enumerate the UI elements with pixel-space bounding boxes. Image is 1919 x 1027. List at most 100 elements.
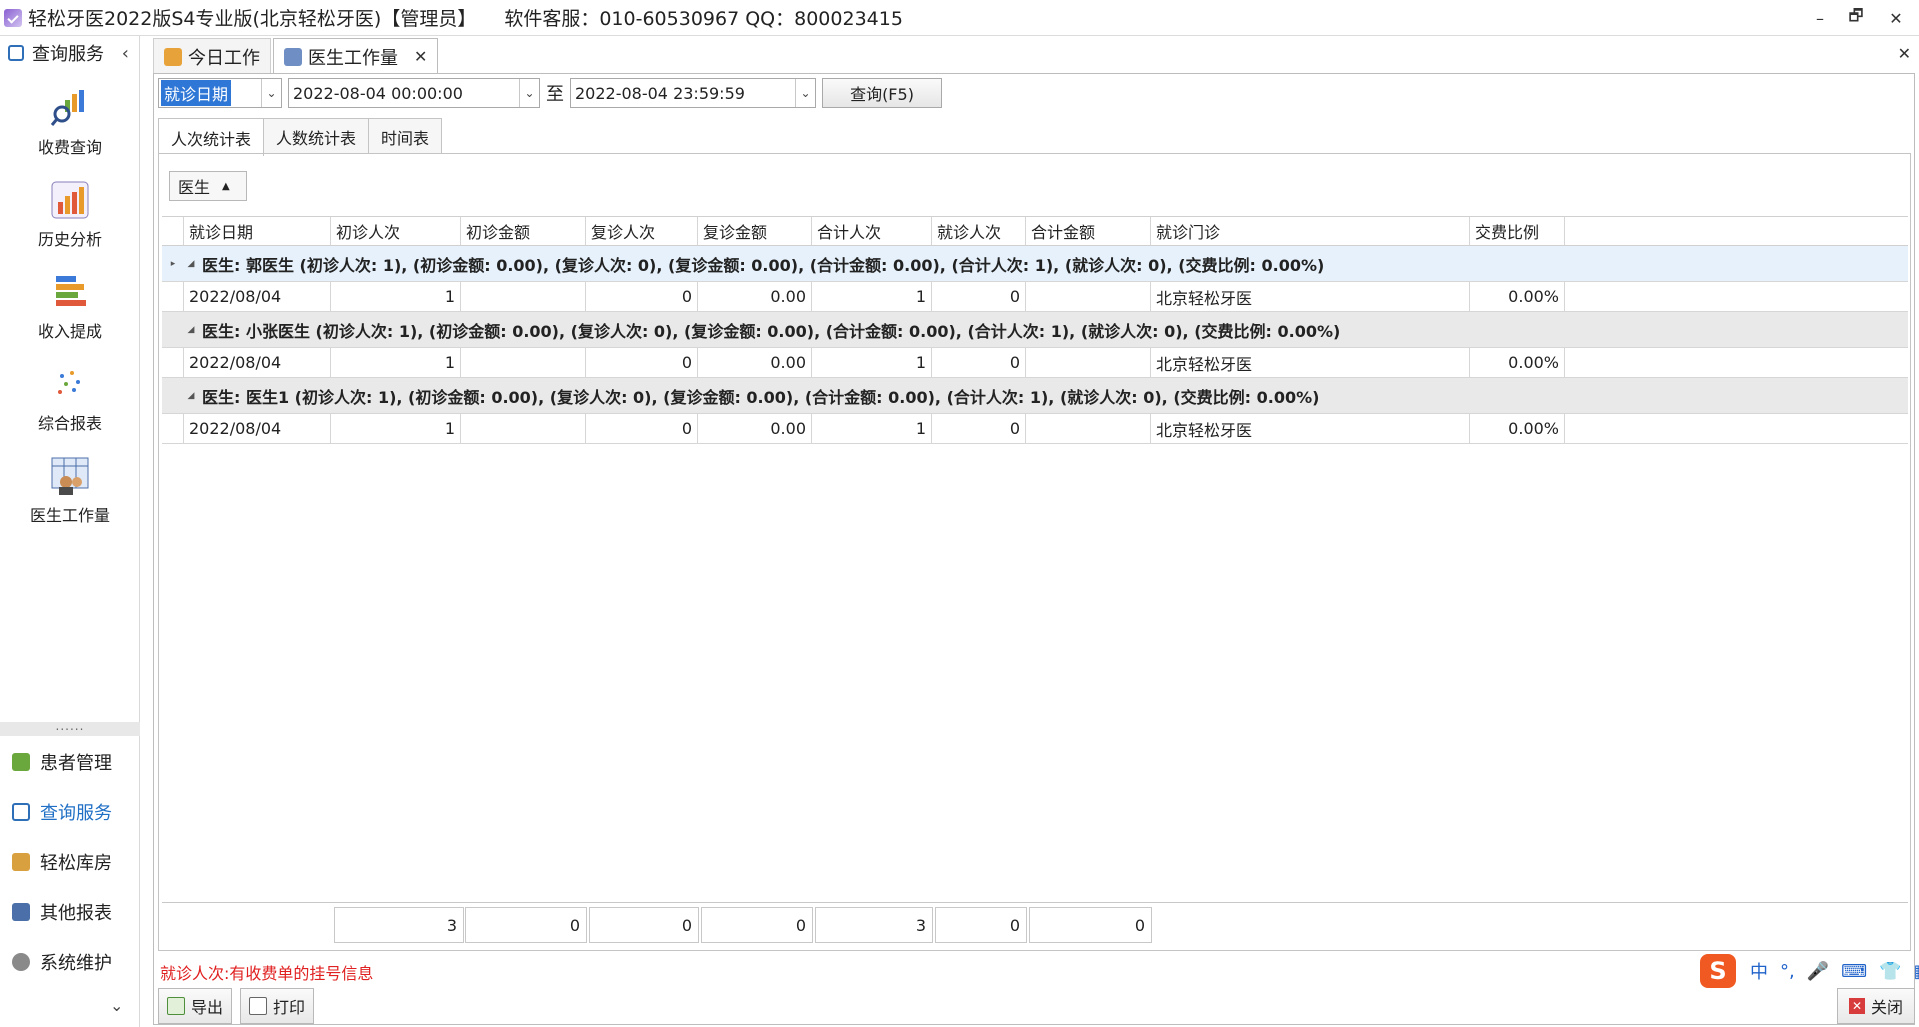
warehouse-icon xyxy=(12,853,30,871)
restore-button[interactable]: 🗗 xyxy=(1838,4,1874,32)
today-work-icon xyxy=(164,47,182,66)
excel-export-icon xyxy=(167,997,185,1015)
expand-icon[interactable]: ◢ xyxy=(184,378,198,413)
chevron-down-icon[interactable]: ⌄ xyxy=(795,79,815,107)
col-payment-ratio[interactable]: 交费比例 xyxy=(1470,217,1565,245)
total-return-amount: 0 xyxy=(701,907,813,943)
tab-doctor-workload[interactable]: 医生工作量 ✕ xyxy=(273,38,439,74)
tab-patient-count[interactable]: 人数统计表 xyxy=(263,118,370,154)
group-row[interactable]: ▸ ◢ 医生: 郭医生 (初诊人次: 1), (初诊金额: 0.00), (复诊… xyxy=(162,246,1908,282)
cell-total-visits: 1 xyxy=(812,282,932,311)
chevron-down-icon[interactable]: ⌄ xyxy=(110,996,123,1015)
end-datetime-input[interactable]: 2022-08-04 23:59:59 ⌄ xyxy=(570,78,816,108)
sidebar-item-comprehensive-report[interactable]: 综合报表 xyxy=(0,364,140,434)
table-row[interactable]: 2022/08/04 1 0 0.00 1 0 北京轻松牙医 0.00% xyxy=(162,414,1908,444)
tab-timetable[interactable]: 时间表 xyxy=(368,118,443,154)
col-first-visits[interactable]: 初诊人次 xyxy=(331,217,461,245)
collapse-icon[interactable]: ‹ xyxy=(122,43,129,64)
print-button[interactable]: 打印 xyxy=(240,988,315,1024)
patients-icon xyxy=(12,753,30,771)
query-bar: 就诊日期 ⌄ 2022-08-04 00:00:00 ⌄ 至 2022-08-0… xyxy=(158,78,942,108)
cell-first-visits: 1 xyxy=(331,348,461,377)
row-indicator xyxy=(162,348,184,377)
ime-language-toggle[interactable]: 中 xyxy=(1750,958,1768,984)
cell-total-visits: 1 xyxy=(812,414,932,443)
table-row[interactable]: 2022/08/04 1 0 0.00 1 0 北京轻松牙医 0.00% xyxy=(162,282,1908,312)
skin-icon[interactable]: 👕 xyxy=(1879,961,1901,982)
group-row[interactable]: ◢ 医生: 医生1 (初诊人次: 1), (初诊金额: 0.00), (复诊人次… xyxy=(162,378,1908,414)
nav-label: 查询服务 xyxy=(40,803,112,824)
cell-total-visits: 1 xyxy=(812,348,932,377)
sidebar-item-label: 综合报表 xyxy=(37,414,102,433)
group-by-doctor-chip[interactable]: 医生 ▲ xyxy=(169,171,247,201)
col-return-visits[interactable]: 复诊人次 xyxy=(586,217,698,245)
query-button[interactable]: 查询(F5) xyxy=(822,78,942,108)
col-first-amount[interactable]: 初诊金额 xyxy=(461,217,586,245)
sidebar-grip[interactable]: ...... xyxy=(0,720,140,736)
close-button[interactable]: ✕ 关闭 xyxy=(1837,988,1915,1024)
nav-label: 轻松库房 xyxy=(40,853,112,874)
cell-payment-ratio: 0.00% xyxy=(1470,348,1565,377)
ime-punctuation-icon[interactable]: °, xyxy=(1780,961,1795,982)
total-attended-visits: 0 xyxy=(935,907,1027,943)
nav-query-service[interactable]: 查询服务 xyxy=(0,792,140,832)
sidebar-item-charge-query[interactable]: 收费查询 xyxy=(0,88,140,158)
window-title: 轻松牙医2022版S4专业版(北京轻松牙医)【管理员】 xyxy=(28,8,477,30)
group-summary: 医生: 小张医生 (初诊人次: 1), (初诊金额: 0.00), (复诊人次:… xyxy=(202,321,1341,341)
col-clinic[interactable]: 就诊门诊 xyxy=(1151,217,1470,245)
expand-icon[interactable]: ◢ xyxy=(184,312,198,347)
cell-first-amount xyxy=(461,414,586,443)
sidebar-item-doctor-workload[interactable]: 医生工作量 xyxy=(0,456,140,526)
cell-visit-date: 2022/08/04 xyxy=(184,348,331,377)
tab-visit-count[interactable]: 人次统计表 xyxy=(158,118,265,156)
window-close-button[interactable]: ✕ xyxy=(1878,4,1914,32)
total-amount: 0 xyxy=(1029,907,1152,943)
keyboard-icon[interactable]: ⌨ xyxy=(1841,961,1867,982)
nav-warehouse[interactable]: 轻松库房 xyxy=(0,842,140,882)
total-first-visits: 3 xyxy=(334,907,464,943)
sidebar-header-label: 查询服务 xyxy=(32,44,104,65)
table-row[interactable]: 2022/08/04 1 0 0.00 1 0 北京轻松牙医 0.00% xyxy=(162,348,1908,378)
col-attended-visits[interactable]: 就诊人次 xyxy=(932,217,1026,245)
expand-icon[interactable]: ◢ xyxy=(184,246,198,281)
close-all-tabs-icon[interactable]: ✕ xyxy=(1898,44,1911,63)
nav-patients[interactable]: 患者管理 xyxy=(0,742,140,782)
sogou-logo-icon[interactable]: S xyxy=(1700,954,1736,988)
sub-tabs: 人次统计表 人数统计表 时间表 xyxy=(158,118,443,156)
group-summary: 医生: 医生1 (初诊人次: 1), (初诊金额: 0.00), (复诊人次: … xyxy=(202,387,1320,407)
doctor-workload-icon xyxy=(50,456,90,496)
cell-visit-date: 2022/08/04 xyxy=(184,282,331,311)
export-button[interactable]: 导出 xyxy=(158,988,233,1024)
header-indicator xyxy=(162,217,184,245)
date-type-select[interactable]: 就诊日期 ⌄ xyxy=(158,78,282,108)
document-tabs: 今日工作 医生工作量 ✕ xyxy=(153,38,440,74)
col-return-amount[interactable]: 复诊金额 xyxy=(698,217,812,245)
ime-toolbar: S 中 °, 🎤 ⌨ 👕 ▦ xyxy=(1700,954,1919,988)
tab-close-icon[interactable]: ✕ xyxy=(414,47,427,66)
chevron-down-icon[interactable]: ⌄ xyxy=(261,79,281,107)
col-visit-date[interactable]: 就诊日期 xyxy=(184,217,331,245)
chevron-down-icon[interactable]: ⌄ xyxy=(519,79,539,107)
start-datetime-input[interactable]: 2022-08-04 00:00:00 ⌄ xyxy=(288,78,540,108)
sidebar-item-history-analysis[interactable]: 历史分析 xyxy=(0,180,140,250)
to-label: 至 xyxy=(546,84,564,105)
total-first-amount: 0 xyxy=(465,907,587,943)
col-total-visits[interactable]: 合计人次 xyxy=(812,217,932,245)
bottom-toolbar: 导出 打印 xyxy=(158,988,322,1024)
cell-first-visits: 1 xyxy=(331,282,461,311)
cell-return-visits: 0 xyxy=(586,414,698,443)
cell-first-amount xyxy=(461,282,586,311)
microphone-icon[interactable]: 🎤 xyxy=(1807,961,1829,982)
nav-label: 患者管理 xyxy=(40,753,112,774)
cell-first-visits: 1 xyxy=(331,414,461,443)
ime-menu-icon[interactable]: ▦ xyxy=(1914,961,1919,982)
minimize-button[interactable]: – xyxy=(1802,4,1838,32)
sidebar: 查询服务 ‹ 收费查询 历史分析 收入提成 综合报表 医生工作量 ...... … xyxy=(0,36,140,1027)
nav-other-reports[interactable]: 其他报表 xyxy=(0,892,140,932)
nav-maintenance[interactable]: 系统维护 xyxy=(0,942,140,982)
tab-today-work[interactable]: 今日工作 xyxy=(153,38,271,74)
sidebar-item-income-commission[interactable]: 收入提成 xyxy=(0,272,140,342)
group-row[interactable]: ◢ 医生: 小张医生 (初诊人次: 1), (初诊金额: 0.00), (复诊人… xyxy=(162,312,1908,348)
row-indicator xyxy=(162,312,184,347)
col-total-amount[interactable]: 合计金额 xyxy=(1026,217,1151,245)
